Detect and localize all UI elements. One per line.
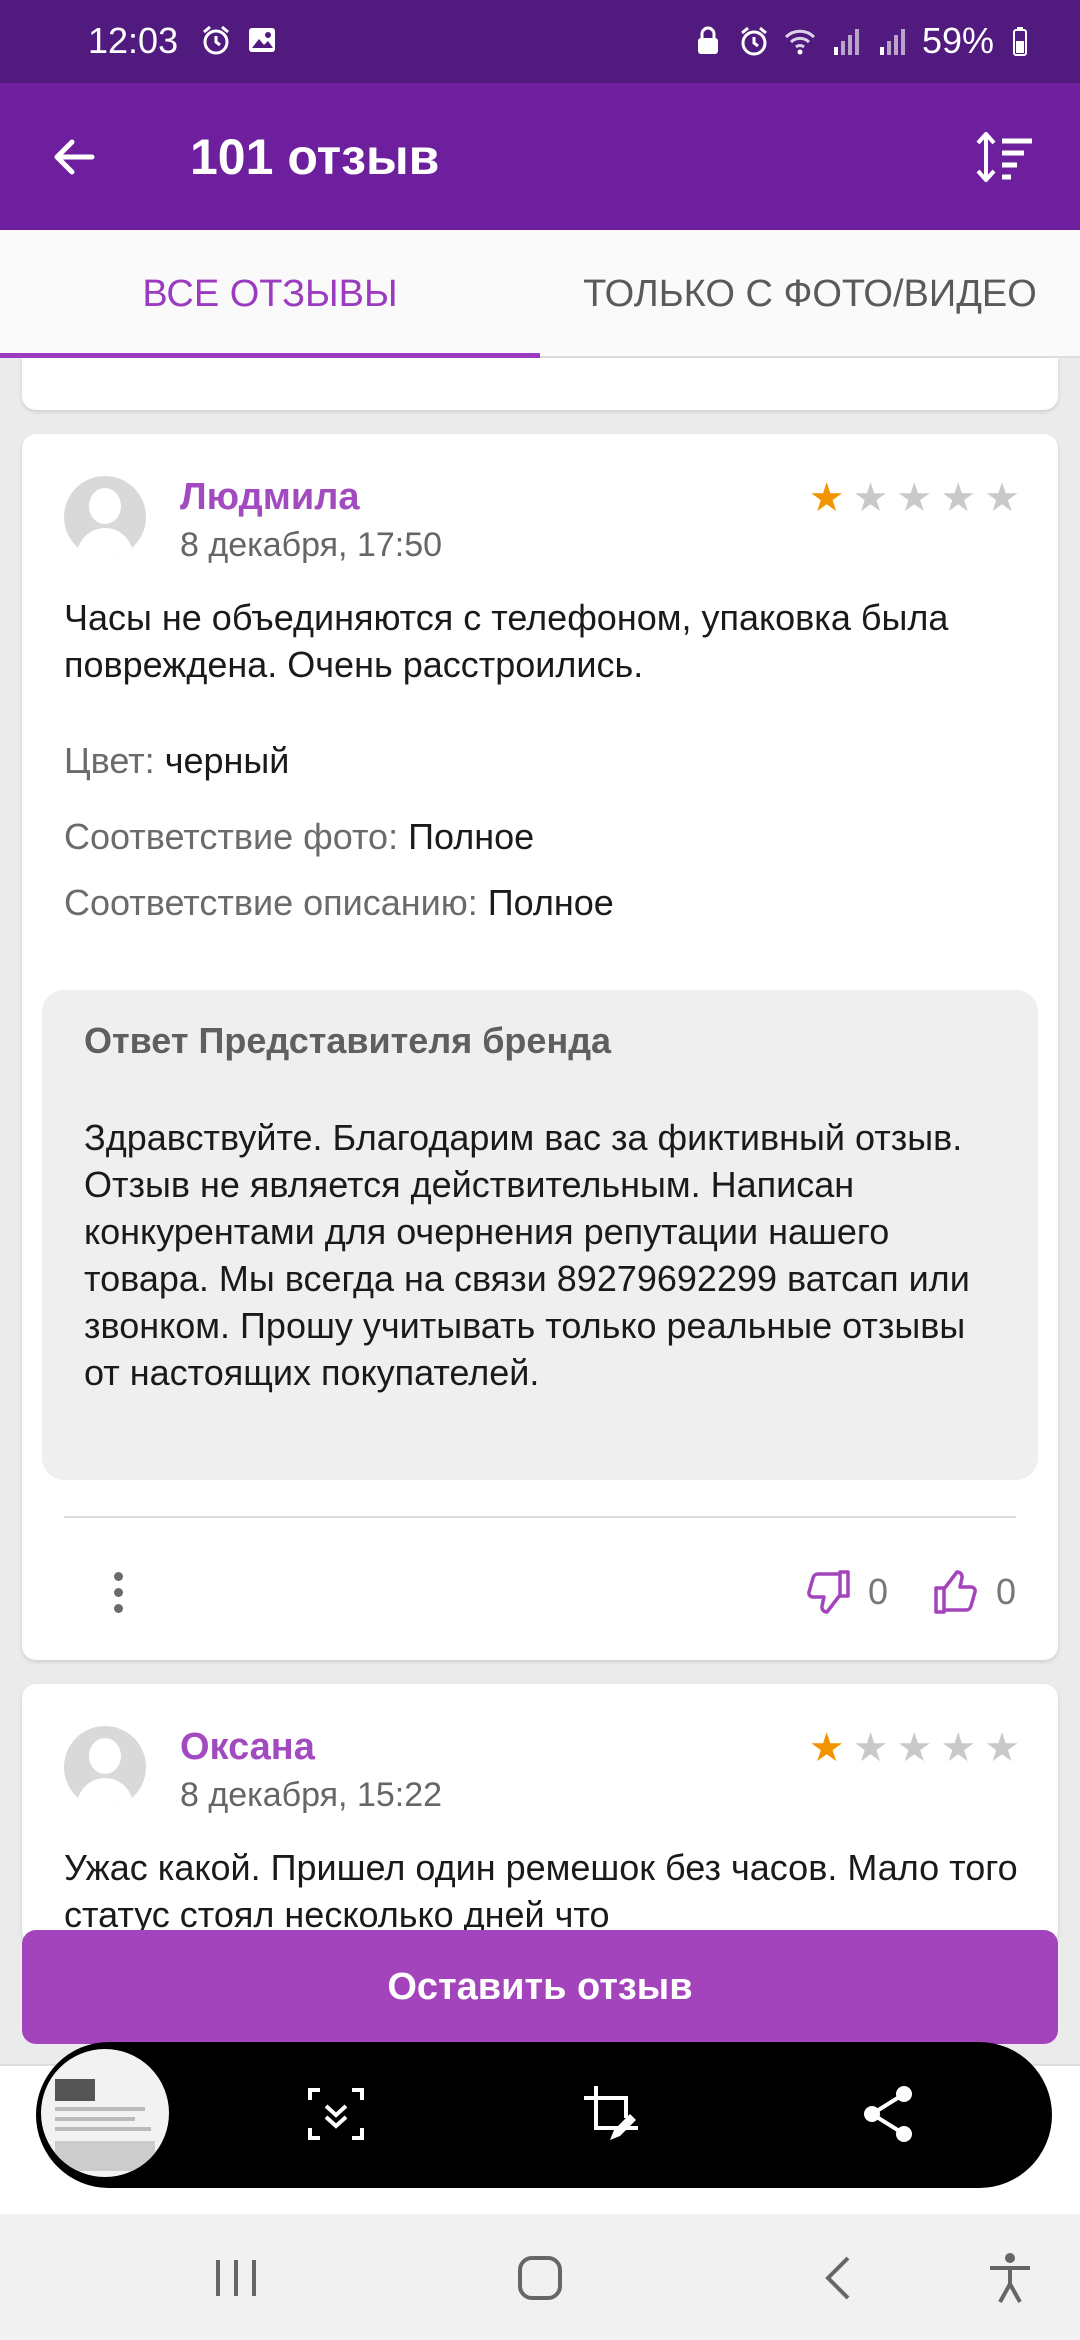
detail-description-match: Соответствие описанию: Полное (64, 882, 614, 924)
page-title: 101 отзыв (190, 129, 440, 185)
lock-icon (697, 26, 718, 54)
detail-value: Полное (487, 882, 614, 923)
dislike-button[interactable]: 0 (802, 1564, 888, 1620)
share-icon[interactable] (852, 2078, 924, 2150)
tab-photo-video[interactable]: ТОЛЬКО С ФОТО/ВИДЕО (540, 230, 1080, 358)
leave-review-label: Оставить отзыв (387, 1965, 693, 2008)
app-bar: 101 отзыв (0, 83, 1080, 230)
recents-icon[interactable] (206, 2250, 266, 2306)
star-filled-icon: ★ (808, 476, 845, 520)
status-time: 12:03 (88, 20, 179, 61)
dislike-count: 0 (868, 1571, 889, 1612)
battery-icon (1013, 27, 1027, 56)
scroll-capture-icon[interactable] (300, 2078, 372, 2150)
star-rating: ★ ★ ★ ★ ★ (809, 478, 1020, 518)
reply-title: Ответ Представителя бренда (84, 1020, 612, 1061)
brand-reply: Ответ Представителя бренда Здравствуйте.… (42, 990, 1038, 1480)
tab-label: ТОЛЬКО С ФОТО/ВИДЕО (583, 272, 1037, 315)
wifi-icon (784, 29, 815, 55)
tab-label: ВСЕ ОТЗЫВЫ (142, 272, 398, 315)
status-icons-left (200, 24, 278, 56)
like-count: 0 (996, 1571, 1017, 1612)
arrow-back-icon[interactable] (40, 123, 108, 191)
alarm-icon (203, 25, 229, 55)
reply-text: Здравствуйте. Благодарим вас за фиктивны… (84, 1117, 970, 1393)
star-filled-icon: ★ (808, 1726, 845, 1770)
star-empty-icon: ★ (896, 1726, 933, 1770)
like-button[interactable]: 0 (930, 1564, 1016, 1620)
screenshot-thumbnail[interactable] (38, 2046, 172, 2180)
avatar (64, 476, 146, 558)
review-date: 8 декабря, 15:22 (180, 1776, 443, 1814)
battery-percent: 59% (921, 20, 994, 61)
detail-value: черный (164, 740, 290, 781)
avatar (64, 1726, 146, 1808)
status-bar: 12:03 59% (0, 0, 1080, 83)
accessibility-icon[interactable] (980, 2250, 1040, 2306)
detail-label: Соответствие описанию: (64, 882, 478, 923)
star-empty-icon: ★ (984, 476, 1020, 520)
divider (64, 1516, 1016, 1518)
star-empty-icon: ★ (984, 1726, 1020, 1770)
system-navigation-bar (0, 2214, 1080, 2340)
alarm-icon (740, 26, 767, 56)
star-empty-icon: ★ (852, 476, 889, 520)
review-card: Людмила 8 декабря, 17:50 ★ ★ ★ ★ ★ Часы … (22, 434, 1058, 1660)
detail-label: Цвет: (64, 740, 155, 781)
leave-review-button[interactable]: Оставить отзыв (22, 1930, 1058, 2044)
review-tabs: ВСЕ ОТЗЫВЫ ТОЛЬКО С ФОТО/ВИДЕО (0, 230, 1080, 358)
tab-all-reviews[interactable]: ВСЕ ОТЗЫВЫ (0, 230, 540, 358)
review-author: Людмила (180, 476, 360, 518)
detail-color: Цвет: черный (64, 740, 289, 782)
home-icon[interactable] (510, 2250, 570, 2306)
star-rating: ★ ★ ★ ★ ★ (809, 1728, 1020, 1768)
review-date: 8 декабря, 17:50 (180, 526, 443, 564)
previous-review-card (22, 358, 1058, 410)
thumb-down-icon (807, 1570, 850, 1614)
sort-icon[interactable] (972, 123, 1040, 191)
status-icons-right: 59% (692, 20, 1040, 62)
review-text: Часы не объединяются с телефоном, упаков… (64, 597, 949, 685)
image-icon (249, 28, 275, 52)
thumb-up-icon (934, 1570, 977, 1614)
star-empty-icon: ★ (940, 476, 977, 520)
detail-value: Полное (408, 816, 535, 857)
star-empty-icon: ★ (896, 476, 933, 520)
signal-icon (879, 29, 905, 55)
star-empty-icon: ★ (852, 1726, 889, 1770)
crop-edit-icon[interactable] (576, 2078, 648, 2150)
more-options-icon[interactable] (92, 1564, 144, 1620)
review-card: Оксана 8 декабря, 15:22 ★ ★ ★ ★ ★ Ужас к… (22, 1684, 1058, 1944)
review-text: Ужас какой. Пришел один ремешок без часо… (64, 1847, 1018, 1935)
detail-photo-match: Соответствие фото: Полное (64, 816, 534, 858)
signal-icon (833, 29, 859, 55)
back-icon[interactable] (810, 2250, 870, 2306)
star-empty-icon: ★ (940, 1726, 977, 1770)
review-author: Оксана (180, 1726, 315, 1768)
detail-label: Соответствие фото: (64, 816, 399, 857)
